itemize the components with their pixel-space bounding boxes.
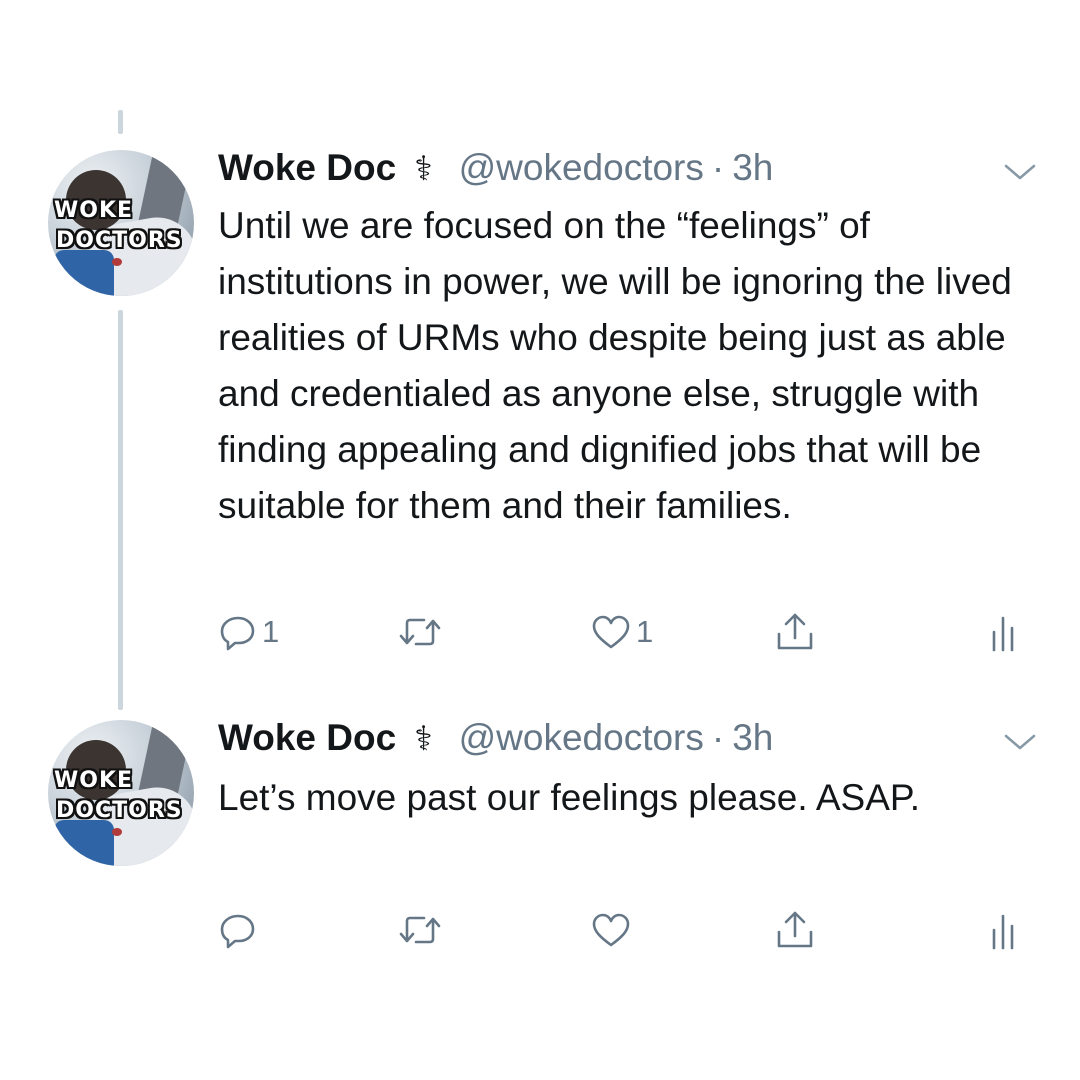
analytics-button[interactable] — [988, 610, 1022, 654]
analytics-button[interactable] — [988, 908, 1022, 952]
retweet-icon — [398, 910, 442, 950]
author-name[interactable]: Woke Doc — [218, 147, 396, 188]
caduceus-icon: ⚕ — [414, 720, 433, 758]
separator-dot: · — [711, 147, 725, 188]
reply-count: 1 — [262, 614, 280, 649]
reply-icon — [218, 612, 258, 652]
timestamp[interactable]: 3h — [732, 717, 773, 758]
avatar-label: WOKE DOCTORS — [54, 768, 183, 823]
analytics-icon — [988, 610, 1022, 654]
heart-icon — [590, 612, 632, 652]
tweet[interactable]: WOKE DOCTORS Woke Doc ⚕ @wokedoctors · 3h Un… — [0, 0, 1080, 700]
retweet-button[interactable] — [398, 908, 446, 952]
author-handle[interactable]: @wokedoctors — [459, 147, 704, 188]
tweet[interactable]: WOKE DOCTORS Woke Doc ⚕ @wokedoctors · 3h Le… — [0, 700, 1080, 1000]
share-button[interactable] — [774, 610, 816, 654]
avatar-label: WOKE DOCTORS — [54, 198, 183, 253]
chevron-down-icon[interactable] — [1002, 730, 1038, 754]
like-button[interactable] — [590, 908, 636, 952]
chevron-down-icon[interactable] — [1002, 160, 1038, 184]
reply-button[interactable]: 1 — [218, 610, 279, 654]
tweet-header: Woke Doc ⚕ @wokedoctors · 3h — [218, 146, 773, 191]
separator-dot: · — [711, 717, 725, 758]
retweet-button[interactable] — [398, 610, 446, 654]
tweet-text: Let’s move past our feelings please. ASA… — [218, 777, 921, 818]
author-handle[interactable]: @wokedoctors — [459, 717, 704, 758]
share-button[interactable] — [774, 908, 816, 952]
timestamp[interactable]: 3h — [732, 147, 773, 188]
avatar[interactable]: WOKE DOCTORS — [48, 720, 194, 866]
retweet-icon — [398, 612, 442, 652]
tweet-header: Woke Doc ⚕ @wokedoctors · 3h — [218, 716, 773, 761]
caduceus-icon: ⚕ — [414, 150, 433, 188]
like-button[interactable]: 1 — [590, 610, 653, 654]
share-icon — [774, 610, 816, 654]
tweet-actions: 1 1 — [218, 610, 1038, 654]
share-icon — [774, 908, 816, 952]
reply-icon — [218, 910, 258, 950]
avatar[interactable]: WOKE DOCTORS — [48, 150, 194, 296]
tweet-text: Until we are focused on the “feelings” o… — [218, 205, 1012, 526]
like-count: 1 — [636, 614, 654, 649]
reply-button[interactable] — [218, 908, 262, 952]
heart-icon — [590, 910, 632, 950]
author-name[interactable]: Woke Doc — [218, 717, 396, 758]
analytics-icon — [988, 908, 1022, 952]
tweet-actions — [218, 908, 1038, 952]
